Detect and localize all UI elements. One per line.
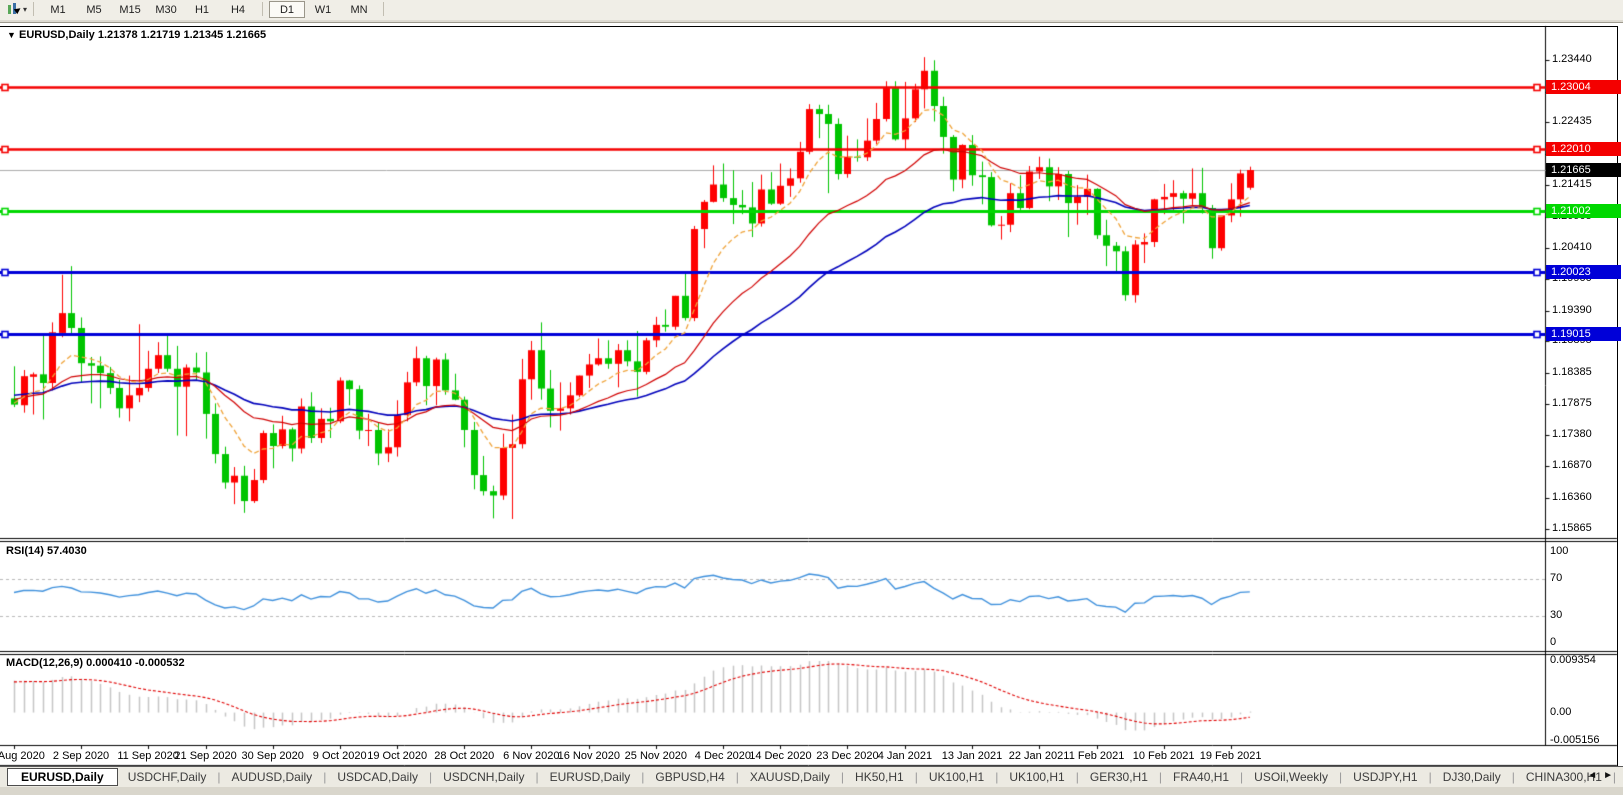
date-axis-label: 6 Nov 2020 <box>503 750 559 762</box>
symbol-tab-bar: EURUSD,DailyUSDCHF,Daily|AUDUSD,Daily|US… <box>0 766 1623 787</box>
status-strip <box>0 787 1623 795</box>
tab-separator: | <box>429 770 432 784</box>
symbol-tab-xauusd-daily[interactable]: XAUUSD,Daily <box>740 769 840 785</box>
date-axis-label: 19 Oct 2020 <box>367 750 427 762</box>
tab-separator: | <box>995 770 998 784</box>
price-axis-tick: 1.21415 <box>1552 178 1592 190</box>
date-axis-label: 4 Dec 2020 <box>695 750 751 762</box>
tab-separator: | <box>841 770 844 784</box>
tab-separator: | <box>1339 770 1342 784</box>
hline-price-badge: 1.22010 <box>1546 142 1621 156</box>
macd-axis-tick: 0.00 <box>1550 706 1571 718</box>
date-axis-label: 1 Feb 2021 <box>1069 750 1125 762</box>
tab-separator: | <box>1512 770 1515 784</box>
tab-separator: | <box>1076 770 1079 784</box>
symbol-tab-hk50-h1[interactable]: HK50,H1 <box>845 769 914 785</box>
symbol-tab-usdchf-daily[interactable]: USDCHF,Daily <box>118 769 217 785</box>
price-axis-tick: 1.19390 <box>1552 304 1592 316</box>
date-axis-label: 9 Oct 2020 <box>313 750 367 762</box>
price-axis-tick: 1.23440 <box>1552 53 1592 65</box>
price-axis-tick: 1.20410 <box>1552 241 1592 253</box>
date-axis-label: 24 Aug 2020 <box>0 750 45 762</box>
tab-separator: | <box>217 770 220 784</box>
symbol-tab-gbpusd-h4[interactable]: GBPUSD,H4 <box>645 769 734 785</box>
price-axis-tick: 1.16360 <box>1552 491 1592 503</box>
rsi-label: RSI(14) 57.4030 <box>6 545 87 557</box>
date-axis-label: 4 Jan 2021 <box>878 750 932 762</box>
hline-price-badge: 1.19015 <box>1546 327 1621 341</box>
tab-scroll-arrows[interactable]: ◄► <box>1587 770 1619 781</box>
chart-symbol-label: EURUSD,Daily <box>19 29 95 41</box>
collapse-triangle-icon[interactable]: ▼ <box>7 30 16 40</box>
symbol-tab-eurusd-daily[interactable]: EURUSD,Daily <box>7 768 118 786</box>
tab-separator: | <box>1240 770 1243 784</box>
date-axis-label: 11 Sep 2020 <box>117 750 179 762</box>
chart-ohlc-values: 1.21378 1.21719 1.21345 1.21665 <box>98 29 266 41</box>
tab-separator: | <box>915 770 918 784</box>
symbol-tab-usdcnh-daily[interactable]: USDCNH,Daily <box>433 769 534 785</box>
date-axis-label: 14 Dec 2020 <box>749 750 811 762</box>
symbol-tab-fra40-h1[interactable]: FRA40,H1 <box>1163 769 1239 785</box>
macd-label: MACD(12,26,9) 0.000410 -0.000532 <box>6 657 185 669</box>
date-axis-label: 2 Sep 2020 <box>53 750 109 762</box>
tab-scroll-left-icon[interactable]: ◄ <box>1587 770 1603 781</box>
macd-axis-tick: -0.005156 <box>1550 734 1600 746</box>
chart-canvas[interactable] <box>0 0 1623 795</box>
price-axis-tick: 1.18385 <box>1552 366 1592 378</box>
symbol-tab-ger30-h1[interactable]: GER30,H1 <box>1080 769 1158 785</box>
date-axis-label: 22 Jan 2021 <box>1009 750 1070 762</box>
tab-separator: | <box>1159 770 1162 784</box>
symbol-tab-eurusd-daily[interactable]: EURUSD,Daily <box>540 769 641 785</box>
rsi-axis-tick: 30 <box>1550 609 1562 621</box>
symbol-tab-audusd-daily[interactable]: AUDUSD,Daily <box>222 769 323 785</box>
date-axis-label: 28 Oct 2020 <box>434 750 494 762</box>
tab-separator: | <box>736 770 739 784</box>
mt4-window: { "toolbar": { "cursor_tool_icon": "char… <box>0 0 1623 795</box>
tab-separator: | <box>1429 770 1432 784</box>
hline-price-badge: 1.23004 <box>1546 80 1621 94</box>
symbol-tab-dj30-daily[interactable]: DJ30,Daily <box>1433 769 1511 785</box>
price-axis-tick: 1.17380 <box>1552 428 1592 440</box>
macd-axis-tick: 0.009354 <box>1550 654 1596 666</box>
rsi-axis-tick: 100 <box>1550 545 1568 557</box>
price-axis-tick: 1.16870 <box>1552 459 1592 471</box>
symbol-tab-usoil-weekly[interactable]: USOil,Weekly <box>1244 769 1338 785</box>
symbol-tab-uk100-h1[interactable]: UK100,H1 <box>999 769 1074 785</box>
tab-separator: | <box>535 770 538 784</box>
tab-scroll-right-icon[interactable]: ► <box>1603 770 1619 781</box>
rsi-axis-tick: 70 <box>1550 572 1562 584</box>
symbol-tab-usdcad-daily[interactable]: USDCAD,Daily <box>327 769 428 785</box>
date-axis-label: 13 Jan 2021 <box>942 750 1003 762</box>
date-axis-label: 19 Feb 2021 <box>1200 750 1262 762</box>
price-axis-tick: 1.22435 <box>1552 115 1592 127</box>
hline-price-badge: 1.21002 <box>1546 204 1621 218</box>
date-axis-label: 21 Sep 2020 <box>174 750 236 762</box>
tab-separator: | <box>323 770 326 784</box>
date-axis-label: 25 Nov 2020 <box>625 750 687 762</box>
hline-price-badge: 1.20023 <box>1546 265 1621 279</box>
date-axis-label: 10 Feb 2021 <box>1133 750 1195 762</box>
tab-separator: | <box>641 770 644 784</box>
chart-title: ▼ EURUSD,Daily 1.21378 1.21719 1.21345 1… <box>7 29 266 41</box>
price-axis-tick: 1.17875 <box>1552 397 1592 409</box>
symbol-tab-usdjpy-h1[interactable]: USDJPY,H1 <box>1343 769 1427 785</box>
current-price-badge: 1.21665 <box>1546 163 1621 177</box>
rsi-axis-tick: 0 <box>1550 636 1556 648</box>
symbol-tab-uk100-h1[interactable]: UK100,H1 <box>919 769 994 785</box>
date-axis-label: 23 Dec 2020 <box>816 750 878 762</box>
price-axis-tick: 1.15865 <box>1552 522 1592 534</box>
date-axis-label: 16 Nov 2020 <box>558 750 620 762</box>
date-axis-label: 30 Sep 2020 <box>241 750 303 762</box>
